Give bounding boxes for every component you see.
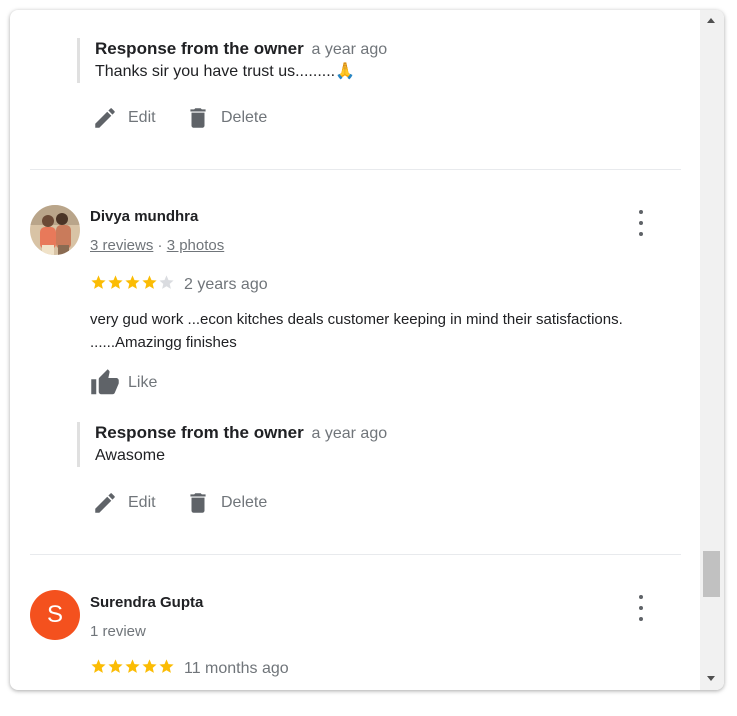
more-vert-icon[interactable] — [635, 210, 647, 236]
reviewer-name[interactable]: Divya mundhra — [90, 208, 198, 225]
like-label: Like — [128, 374, 158, 391]
scrollbar-thumb[interactable] — [703, 551, 720, 597]
response-heading: Response from the owner — [95, 39, 304, 58]
star-icon — [108, 659, 123, 673]
delete-button[interactable]: Delete — [185, 490, 267, 516]
photos-count-link[interactable]: 3 photos — [167, 237, 225, 254]
edit-label: Edit — [128, 494, 156, 511]
star-icon — [159, 659, 174, 673]
star-icon — [142, 275, 157, 289]
owner-response: Response from the owner a year ago Awaso… — [77, 422, 387, 467]
like-button[interactable]: Like — [90, 368, 157, 398]
star-icon — [108, 275, 123, 289]
owner-response: Response from the owner a year ago Thank… — [77, 38, 387, 83]
edit-label: Edit — [128, 109, 156, 126]
delete-button[interactable]: Delete — [185, 105, 267, 131]
star-icon — [125, 275, 140, 289]
reviewer-stats: 3 reviews · 3 photos — [90, 237, 224, 254]
star-rating: 2 years ago — [90, 274, 268, 296]
scroll-up-arrow-icon[interactable] — [707, 18, 715, 23]
review-time: 11 months ago — [184, 660, 289, 677]
response-time: a year ago — [311, 41, 388, 58]
trash-icon — [190, 108, 206, 128]
delete-label: Delete — [221, 494, 268, 511]
stats-separator: · — [157, 237, 163, 254]
star-rating: 11 months ago — [90, 658, 289, 680]
star-icon — [91, 275, 106, 289]
response-text: Thanks sir you have trust us.........🙏 — [95, 63, 356, 80]
star-icon — [142, 659, 157, 673]
scrollbar[interactable] — [700, 10, 724, 690]
more-vert-icon[interactable] — [635, 595, 647, 621]
review-text: very gud work ...econ kitches deals cust… — [90, 311, 623, 351]
response-text: Awasome — [95, 447, 165, 464]
response-time: a year ago — [311, 425, 388, 442]
reviews-count-link[interactable]: 3 reviews — [90, 237, 153, 254]
avatar-photo — [30, 205, 80, 255]
star-icon — [159, 275, 174, 289]
divider — [30, 554, 681, 555]
edit-button[interactable]: Edit — [92, 490, 156, 516]
scroll-down-arrow-icon[interactable] — [707, 676, 715, 681]
trash-icon — [190, 493, 206, 513]
pencil-icon — [95, 108, 115, 128]
reviews-panel: Response from the owner a year ago Thank… — [10, 10, 724, 690]
review-time: 2 years ago — [184, 276, 268, 293]
pencil-icon — [95, 493, 115, 513]
avatar[interactable]: S — [30, 590, 80, 640]
star-icon — [125, 659, 140, 673]
avatar[interactable] — [30, 205, 80, 255]
reviewer-name[interactable]: Surendra Gupta — [90, 594, 203, 611]
reviewer-stats: 1 review — [90, 623, 146, 640]
delete-label: Delete — [221, 109, 268, 126]
avatar-letter: S — [46, 601, 63, 628]
star-icon — [91, 659, 106, 673]
divider — [30, 169, 681, 170]
thumbs-up-icon — [91, 369, 119, 395]
reviews-list: Response from the owner a year ago Thank… — [10, 10, 700, 690]
response-heading: Response from the owner — [95, 423, 304, 442]
edit-button[interactable]: Edit — [92, 105, 156, 131]
